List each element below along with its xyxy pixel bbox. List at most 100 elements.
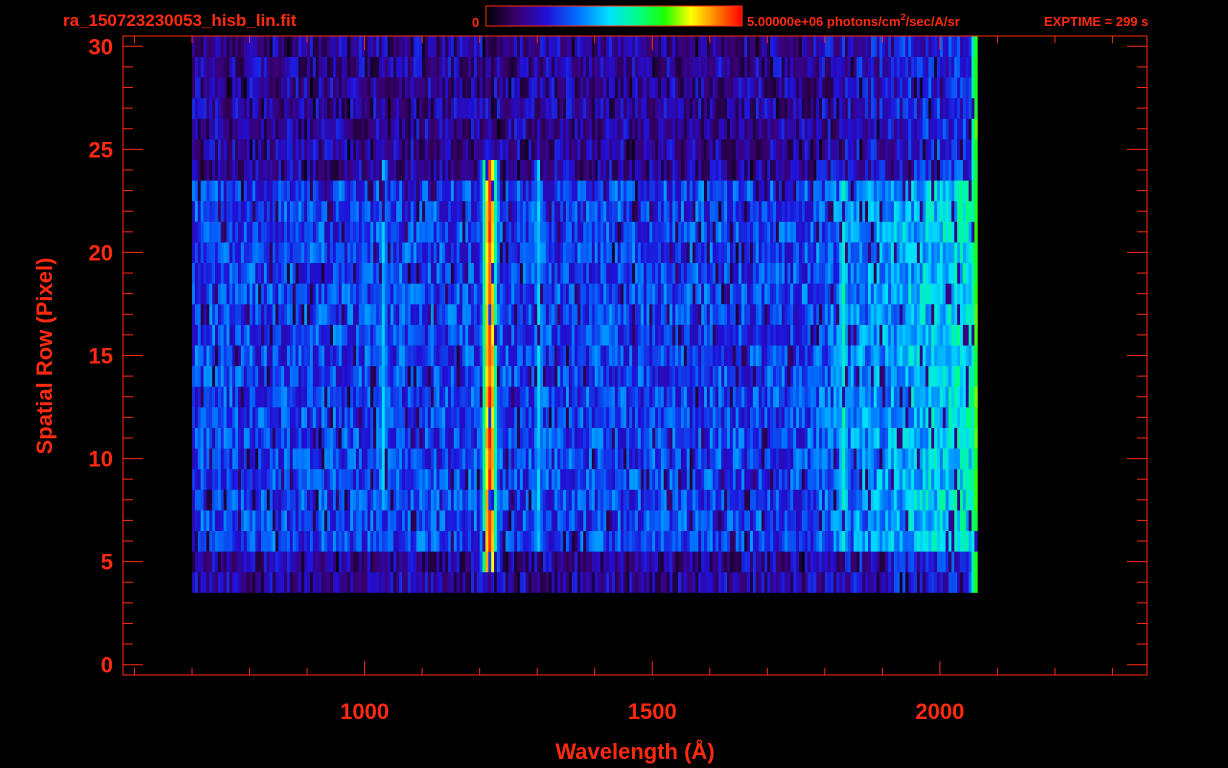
heatmap-cell: [370, 242, 374, 264]
heatmap-cell: [712, 386, 716, 408]
heatmap-cell: [206, 303, 210, 325]
heatmap-cell: [577, 242, 581, 264]
heatmap-cell: [836, 386, 840, 408]
heatmap-cell: [197, 407, 202, 428]
heatmap-cell: [588, 551, 593, 573]
heatmap-cell: [341, 345, 345, 367]
heatmap-cell: [735, 407, 739, 428]
heatmap-cell: [338, 200, 343, 222]
heatmap-cell: [488, 262, 492, 284]
heatmap-cell: [226, 221, 230, 243]
heatmap-cell: [436, 386, 440, 408]
heatmap-cell: [223, 345, 227, 367]
heatmap-cell: [574, 427, 578, 449]
heatmap-cell: [718, 365, 722, 387]
heatmap-cell: [709, 510, 714, 532]
heatmap-cell: [292, 386, 296, 408]
heatmap-cell: [410, 283, 414, 305]
heatmap-cell: [531, 448, 535, 470]
heatmap-cell: [476, 530, 481, 552]
heatmap-cell: [689, 242, 693, 264]
heatmap-cell: [473, 221, 478, 243]
heatmap-cell: [692, 551, 696, 573]
heatmap-cell: [393, 530, 397, 552]
heatmap-cell: [741, 571, 745, 593]
heatmap-cell: [902, 324, 906, 346]
heatmap-cell: [465, 551, 469, 573]
heatmap-cell: [358, 510, 363, 532]
heatmap-cell: [704, 510, 708, 532]
heatmap-cell: [514, 448, 518, 470]
heatmap-cell: [439, 407, 443, 428]
heatmap-cell: [614, 303, 619, 325]
heatmap-cell: [508, 510, 512, 532]
heatmap-cell: [586, 551, 590, 573]
heatmap-cell: [557, 365, 561, 387]
heatmap-cell: [563, 345, 567, 367]
heatmap-cell: [416, 489, 420, 511]
heatmap-cell: [652, 365, 656, 387]
heatmap-cell: [968, 242, 972, 264]
heatmap-cell: [712, 448, 716, 470]
heatmap-cell: [925, 489, 929, 511]
heatmap-cell: [307, 386, 311, 408]
heatmap-cell: [197, 510, 202, 532]
heatmap-cell: [540, 303, 544, 325]
heatmap-cell: [206, 324, 210, 346]
heatmap-cell: [623, 510, 627, 532]
heatmap-cell: [816, 303, 820, 325]
heatmap-cell: [865, 262, 869, 284]
heatmap-cell: [229, 200, 233, 222]
heatmap-cell: [436, 242, 440, 264]
heatmap-cell: [471, 530, 475, 552]
heatmap-cell: [885, 365, 889, 387]
heatmap-cell: [715, 221, 719, 243]
heatmap-cell: [304, 448, 308, 470]
heatmap-cell: [200, 468, 204, 490]
heatmap-cell: [301, 365, 305, 387]
heatmap-cell: [364, 551, 368, 573]
heatmap-cell: [540, 407, 544, 428]
heatmap-cell: [353, 200, 357, 222]
heatmap-cell: [223, 221, 227, 243]
heatmap-cell: [810, 365, 814, 387]
heatmap-cell: [937, 262, 941, 284]
heatmap-cell: [704, 345, 708, 367]
heatmap-cell: [764, 345, 768, 367]
heatmap-cell: [482, 407, 486, 428]
heatmap-cell: [289, 200, 294, 222]
heatmap-cell: [505, 345, 509, 367]
heatmap-cell: [246, 427, 250, 449]
heatmap-cell: [301, 448, 305, 470]
heatmap-cell: [773, 448, 777, 470]
heatmap-cell: [278, 468, 282, 490]
heatmap-cell: [232, 386, 236, 408]
heatmap-cell: [948, 386, 952, 408]
heatmap-cell: [580, 283, 584, 305]
heatmap-cell: [235, 262, 239, 284]
heatmap-cell: [652, 551, 656, 573]
heatmap-cell: [551, 303, 555, 325]
heatmap-cell: [473, 510, 478, 532]
heatmap-cell: [784, 303, 788, 325]
heatmap-cell: [367, 345, 371, 367]
heatmap-cell: [571, 427, 575, 449]
heatmap-cell: [626, 571, 630, 593]
heatmap-cell: [275, 242, 279, 264]
heatmap-cell: [960, 324, 964, 346]
heatmap-cell: [425, 221, 429, 243]
heatmap-cell: [330, 262, 334, 284]
heatmap-cell: [870, 571, 875, 593]
heatmap-cell: [370, 283, 374, 305]
heatmap-cell: [844, 386, 849, 408]
heatmap-cell: [476, 345, 481, 367]
heatmap-cell: [635, 324, 639, 346]
heatmap-cell: [606, 427, 610, 449]
heatmap-cell: [646, 571, 650, 593]
heatmap-cell: [960, 407, 964, 428]
heatmap-row: [192, 386, 978, 408]
heatmap-cell: [528, 427, 532, 449]
heatmap-cell: [790, 242, 794, 264]
heatmap-cell: [804, 468, 808, 490]
heatmap-cell: [681, 489, 685, 511]
